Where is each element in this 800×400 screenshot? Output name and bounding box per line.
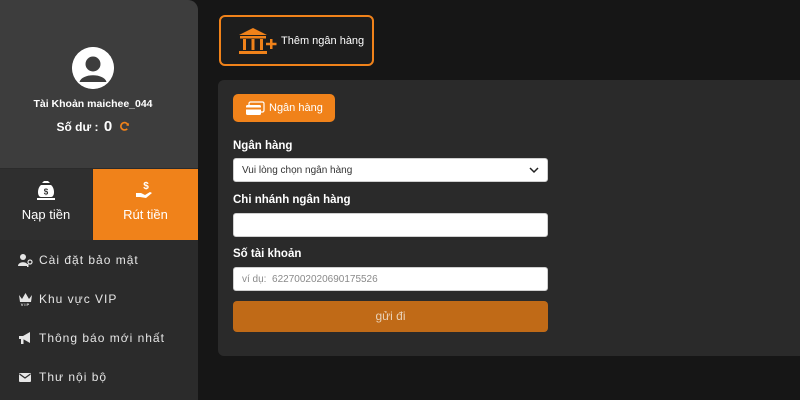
withdraw-label: Rút tiền	[123, 207, 168, 222]
hand-money-icon: $	[135, 181, 152, 198]
avatar	[72, 47, 114, 89]
sidebar: Tài Khoản maichee_044 Số dư : 0 $ Nạp ti…	[0, 0, 198, 400]
bank-add-icon	[239, 27, 277, 54]
menu-item-security[interactable]: Cài đặt bảo mật	[0, 241, 198, 279]
bank-select[interactable]: Vui lòng chọn ngân hàng	[233, 158, 548, 182]
tab-bank[interactable]: Ngân hàng	[233, 94, 335, 122]
user-key-icon	[18, 254, 33, 267]
menu-item-label: Thư nội bộ	[39, 370, 108, 384]
tab-bank-label: Ngân hàng	[269, 102, 323, 114]
submit-button[interactable]: gửi đi	[233, 301, 548, 332]
vip-crown-icon: VIP	[19, 293, 32, 306]
bank-select-value: Vui lòng chọn ngân hàng	[242, 164, 353, 176]
balance: Số dư : 0	[0, 118, 186, 135]
user-avatar-icon	[72, 47, 114, 89]
profile-card: Tài Khoản maichee_044 Số dư : 0	[0, 0, 198, 168]
menu-item-vip[interactable]: VIP Khu vực VIP	[0, 280, 198, 318]
deposit-label: Nạp tiền	[21, 207, 71, 222]
menu-item-label: Cài đặt bảo mật	[39, 253, 139, 267]
credit-card-icon	[246, 100, 265, 115]
svg-text:$: $	[44, 188, 49, 197]
account-name: Tài Khoản maichee_044	[33, 98, 153, 110]
page: Tài Khoản maichee_044 Số dư : 0 $ Nạp ti…	[0, 0, 800, 400]
balance-label: Số dư :	[56, 120, 99, 134]
withdraw-button[interactable]: $ Rút tiền	[93, 169, 198, 240]
branch-field-label: Chi nhánh ngân hàng	[233, 194, 351, 206]
branch-input[interactable]	[233, 213, 548, 237]
account-number-input[interactable]	[233, 267, 548, 291]
svg-text:VIP: VIP	[21, 302, 30, 306]
money-bag-icon: $	[37, 181, 55, 200]
balance-value: 0	[103, 118, 113, 135]
refresh-icon[interactable]	[119, 121, 130, 132]
menu-item-notifications[interactable]: Thông báo mới nhất	[0, 319, 198, 357]
bank-field-label: Ngân hàng	[233, 140, 293, 152]
add-bank-label: Thêm ngân hàng	[281, 34, 365, 47]
add-bank-button[interactable]: Thêm ngân hàng	[219, 15, 374, 66]
chevron-down-icon	[529, 167, 539, 174]
menu-item-label: Khu vực VIP	[39, 292, 118, 306]
megaphone-icon	[19, 332, 30, 344]
menu-item-inbox[interactable]: Thư nội bộ	[0, 358, 198, 396]
svg-text:$: $	[143, 181, 149, 192]
account-number-label: Số tài khoản	[233, 248, 302, 260]
bank-form-panel: Ngân hàng Ngân hàng Vui lòng chọn ngân h…	[218, 80, 800, 356]
deposit-button[interactable]: $ Nạp tiền	[0, 169, 92, 240]
menu-item-label: Thông báo mới nhất	[39, 331, 165, 345]
envelope-icon	[19, 373, 31, 382]
